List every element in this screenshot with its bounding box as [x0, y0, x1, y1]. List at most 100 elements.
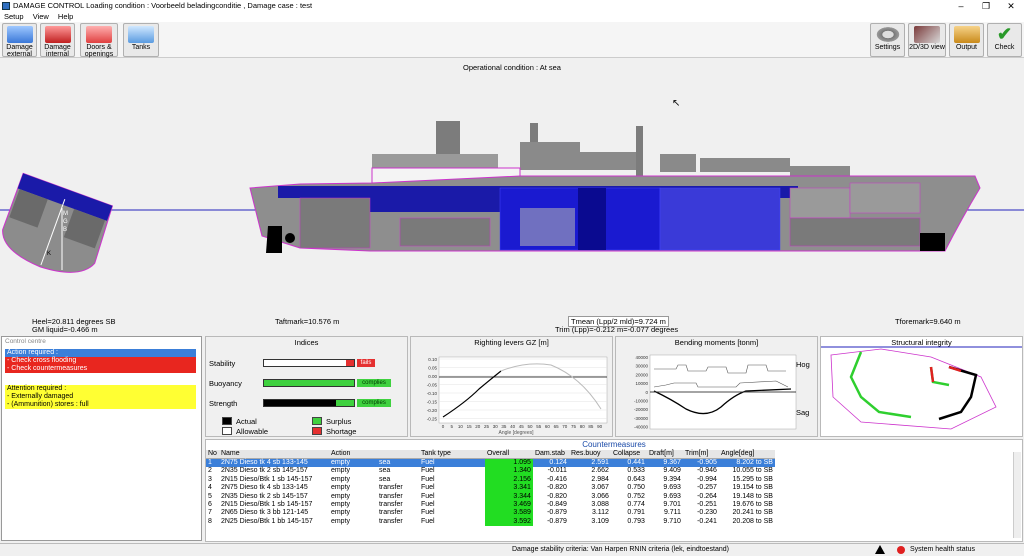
countermeasure-row[interactable]: 2 2N35 Dieso tk 2 sb 145-157 empty sea Fuel 1…: [206, 466, 775, 476]
status-bar: Damage stability criteria: Van Harpen RN…: [0, 543, 1024, 555]
gz-ytick: -0.25: [427, 417, 438, 422]
column-header[interactable]: Name: [218, 450, 329, 459]
table-cell: sea: [378, 459, 391, 467]
attention-header[interactable]: Attention required :: [5, 385, 196, 393]
table-cell: -0.849: [547, 501, 567, 509]
table-cell: -0.994: [697, 475, 717, 483]
table-cell: -0.820: [547, 484, 567, 492]
table-cell: 2N35 Dieso tk 2 sb 145-157: [220, 467, 308, 475]
table-cell: -0.946: [697, 467, 717, 475]
gz-panel: Righting levers GZ [m] 0.10 0.05 0.00 -0.05…: [410, 336, 613, 437]
attention-item[interactable]: - Externally damaged: [5, 393, 196, 401]
column-header[interactable]: Tank type: [418, 450, 485, 459]
column-header[interactable]: Trim[m]: [682, 450, 719, 459]
gz-xtick: 35: [501, 424, 507, 429]
column-header[interactable]: Dam.stab: [532, 450, 569, 459]
close-button[interactable]: ✕: [1000, 0, 1022, 12]
countermeasure-row[interactable]: 4 2N75 Dieso tk 4 sb 133-145 empty transfer…: [206, 483, 775, 492]
table-cell: 19.154 to SB: [732, 484, 773, 492]
table-cell: 3.109: [591, 517, 609, 525]
table-cell: 3.469: [484, 500, 533, 509]
menu-view[interactable]: View: [33, 12, 49, 21]
label-b: B: [63, 227, 67, 233]
table-cell: 2N15 Dieso/Btk 1 sb 145-157: [220, 501, 313, 509]
column-header[interactable]: [376, 450, 419, 459]
column-header[interactable]: Overall: [484, 450, 533, 459]
countermeasure-row[interactable]: 7 2N65 Dieso tk 3 bb 121-145 empty transfer…: [206, 508, 775, 518]
countermeasure-row[interactable]: 6 2N15 Dieso/Btk 1 sb 145-157 empty transfe…: [206, 500, 775, 509]
table-cell: empty: [330, 492, 351, 500]
bending-ytick: -20000: [634, 407, 649, 412]
table-cell: empty: [330, 467, 351, 475]
table-cell: transfer: [378, 509, 403, 517]
countermeasure-row[interactable]: 8 2N25 Dieso/Btk 1 bb 145-157 empty transfe…: [206, 517, 775, 526]
health-status-icon: [897, 546, 905, 554]
minimize-button[interactable]: –: [950, 0, 972, 12]
table-cell: 2.662: [591, 467, 609, 475]
output-button[interactable]: Output: [949, 23, 984, 57]
maximize-button[interactable]: ❐: [975, 0, 997, 12]
table-cell: -0.241: [697, 517, 717, 525]
gz-xtick: 85: [588, 424, 594, 429]
structural-panel: Structural integrity: [820, 336, 1023, 437]
indices-title: Indices: [294, 338, 319, 347]
countermeasures-scrollbar[interactable]: [1013, 452, 1021, 538]
table-cell: empty: [330, 484, 351, 492]
table-cell: 2N25 Dieso/Btk 1 bb 145-157: [220, 517, 313, 525]
gz-xtick: 65: [554, 424, 560, 429]
gz-xtick: 0: [442, 424, 445, 429]
table-cell: 7: [208, 509, 212, 517]
table-cell: empty: [330, 459, 351, 467]
bending-ytick: 10000: [635, 381, 648, 386]
table-cell: 0.643: [627, 475, 645, 483]
table-cell: 2N75 Dieso tk 4 sb 133-145: [220, 484, 308, 492]
action-header[interactable]: Action required :: [5, 349, 196, 357]
legend-shortage-swatch: [312, 427, 322, 435]
table-cell: 2N75 Dieso tk 4 sb 133-145: [220, 459, 308, 467]
table-cell: 9.409: [663, 467, 681, 475]
menu-help[interactable]: Help: [58, 12, 73, 21]
table-cell: 0.793: [627, 517, 645, 525]
window-title: DAMAGE CONTROL Loading condition : Voorb…: [13, 1, 313, 10]
damage-external-button[interactable]: Damage external: [2, 23, 37, 58]
table-cell: Fuel: [420, 509, 435, 517]
gz-xtick: 75: [571, 424, 577, 429]
stability-bar: [263, 359, 355, 367]
countermeasure-row[interactable]: 3 2N15 Dieso/Btk 1 sb 145-157 empty sea Fuel…: [206, 475, 775, 484]
damage-internal-button[interactable]: Damage internal: [40, 23, 75, 58]
column-header[interactable]: Draft[m]: [646, 450, 683, 459]
countermeasure-row[interactable]: 5 2N35 Dieso tk 2 sb 145-157 empty transfer…: [206, 491, 775, 501]
attention-item[interactable]: - (Ammunition) stores : full: [5, 401, 196, 409]
mouse-cursor-icon: ↖: [672, 98, 681, 109]
buoyancy-label: Buoyancy: [209, 379, 242, 388]
gz-xtick: 40: [510, 424, 516, 429]
health-status-text[interactable]: System health status: [910, 544, 975, 556]
action-item[interactable]: - Check cross flooding: [5, 357, 196, 365]
table-cell: 4: [208, 484, 212, 492]
bending-ytick: 0: [645, 390, 648, 395]
view-2d3d-button[interactable]: 2D/3D view: [908, 23, 946, 57]
column-header[interactable]: Collapse: [610, 450, 647, 459]
table-cell: -0.879: [547, 517, 567, 525]
bending-ytick: -40000: [634, 425, 649, 430]
column-header[interactable]: Res.buoy: [568, 450, 611, 459]
action-item[interactable]: - Check countermeasures: [5, 365, 196, 373]
table-cell: -0.905: [697, 459, 717, 467]
cross-section: [2, 172, 114, 273]
tanks-button[interactable]: Tanks: [123, 23, 159, 57]
gz-ytick: 0.10: [428, 357, 437, 362]
countermeasure-row[interactable]: 1 2N75 Dieso tk 4 sb 133-145 empty sea Fuel 1…: [206, 458, 775, 467]
doors-openings-button[interactable]: Doors & openings: [80, 23, 118, 58]
column-header[interactable]: No: [206, 450, 219, 459]
ship-view[interactable]: Operational condition : At sea M G B K H…: [0, 58, 1024, 334]
column-header[interactable]: Angle[deg]: [718, 450, 775, 459]
table-cell: 9.693: [663, 484, 681, 492]
gz-xtick: 5: [450, 424, 453, 429]
check-button[interactable]: ✔ Check: [987, 23, 1022, 57]
table-cell: 2N15 Dieso/Btk 1 sb 145-157: [220, 475, 313, 483]
table-cell: sea: [378, 467, 391, 475]
column-header[interactable]: Action: [328, 450, 377, 459]
settings-button[interactable]: Settings: [870, 23, 905, 57]
menu-setup[interactable]: Setup: [4, 12, 24, 21]
bending-ytick: -30000: [634, 416, 649, 421]
